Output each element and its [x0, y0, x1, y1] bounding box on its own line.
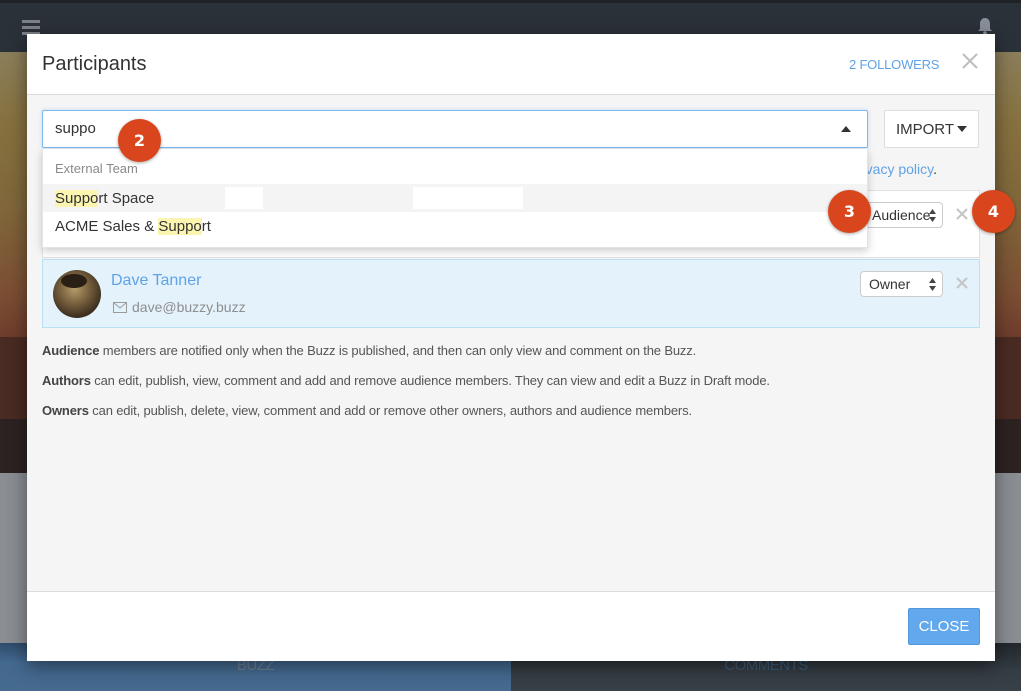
- role-name: Owners: [42, 403, 89, 418]
- step-badge: 2: [118, 119, 161, 162]
- participant-search[interactable]: [42, 110, 868, 148]
- role-info-audience: Audience members are notified only when …: [42, 343, 696, 358]
- render-artifact: [413, 187, 523, 209]
- modal-title: Participants: [42, 53, 147, 75]
- envelope-icon: [113, 301, 127, 313]
- role-select-value: Owner: [869, 276, 911, 292]
- step-badge: 3: [828, 190, 871, 233]
- result-item[interactable]: ACME Sales & Suppo rt: [43, 212, 867, 240]
- render-artifact: [225, 187, 263, 209]
- step-badge: 4: [972, 190, 1015, 233]
- search-input[interactable]: [55, 120, 815, 137]
- modal-header: Participants 2 FOLLOWERS: [27, 34, 995, 95]
- result-text: rt: [201, 217, 211, 235]
- select-arrows-icon: [929, 278, 936, 291]
- role-info-owners: Owners can edit, publish, delete, view, …: [42, 403, 692, 418]
- import-label: IMPORT: [895, 120, 955, 138]
- notification-bell-icon[interactable]: [977, 17, 993, 35]
- close-button[interactable]: CLOSE: [908, 608, 980, 645]
- participant-name[interactable]: Dave Tanner: [111, 272, 201, 290]
- caret-up-icon[interactable]: [841, 126, 851, 132]
- participants-modal: Participants 2 FOLLOWERS IMPORT vacy pol…: [27, 34, 995, 661]
- result-text: rt Space: [98, 189, 155, 207]
- result-text: ACME Sales &: [55, 217, 159, 235]
- role-description: can edit, publish, delete, view, comment…: [88, 403, 692, 418]
- close-icon[interactable]: [960, 51, 980, 71]
- privacy-policy-link[interactable]: vacy policy: [866, 161, 933, 177]
- role-name: Authors: [42, 373, 91, 388]
- import-button[interactable]: IMPORT: [884, 110, 979, 148]
- avatar: [53, 270, 101, 318]
- caret-down-icon: [957, 126, 968, 132]
- role-select[interactable]: Owner: [860, 271, 943, 297]
- followers-link[interactable]: 2 FOLLOWERS: [849, 57, 939, 72]
- role-description: members are notified only when the Buzz …: [99, 343, 697, 358]
- role-name: Audience: [42, 343, 100, 358]
- match-highlight: Suppo: [158, 217, 202, 235]
- remove-participant-icon[interactable]: [956, 277, 968, 289]
- results-group-label: External Team: [55, 161, 138, 176]
- modal-footer: CLOSE: [27, 591, 995, 661]
- select-arrows-icon: [929, 209, 936, 222]
- search-results-dropdown: External Team Suppo rt Space ACME Sales &…: [42, 149, 868, 248]
- role-info-authors: Authors can edit, publish, view, comment…: [42, 373, 770, 388]
- email-text: dave@buzzy.buzz: [132, 299, 246, 315]
- participant-row: Dave Tanner dave@buzzy.buzz Owner: [42, 259, 980, 328]
- remove-participant-icon[interactable]: [956, 208, 968, 220]
- privacy-suffix: .: [933, 161, 937, 177]
- role-select[interactable]: Audience: [863, 202, 943, 228]
- role-description: can edit, publish, view, comment and add…: [90, 373, 770, 388]
- participant-email: dave@buzzy.buzz: [113, 299, 246, 315]
- role-select-value: Audience: [872, 207, 931, 223]
- match-highlight: Suppo: [55, 189, 99, 207]
